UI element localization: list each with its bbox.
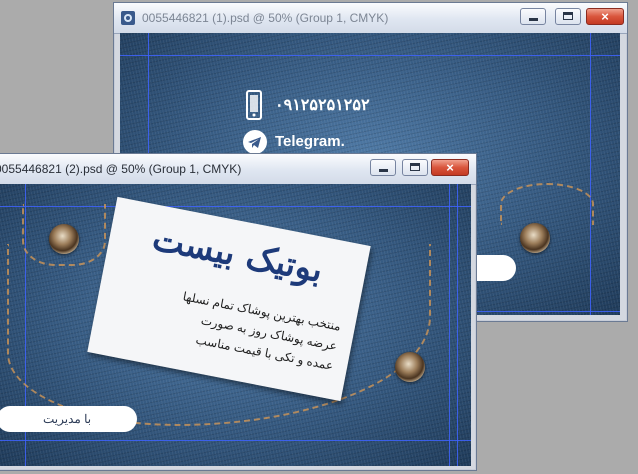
maximize-button[interactable]: [402, 159, 428, 176]
title-bar[interactable]: 0055446821 (2).psd @ 50% (Group 1, CMYK)…: [0, 154, 476, 185]
document-window-front[interactable]: 0055446821 (2).psd @ 50% (Group 1, CMYK)…: [0, 153, 477, 471]
close-button[interactable]: ×: [431, 159, 469, 176]
guide-line: [0, 440, 471, 441]
minimize-icon: [379, 169, 388, 172]
close-icon: ×: [601, 9, 609, 24]
title-bar[interactable]: 0055446821 (1).psd @ 50% (Group 1, CMYK)…: [114, 3, 627, 34]
jeans-rivet: [49, 224, 79, 254]
jeans-rivet: [395, 352, 425, 382]
jeans-rivet: [520, 223, 550, 253]
card-title: بوتیک بیست: [149, 218, 327, 291]
guide-line: [457, 184, 458, 466]
maximize-icon: [563, 12, 573, 20]
phone-number: ۰۹۱۲۵۲۵۱۲۵۲: [275, 97, 370, 114]
minimize-icon: [529, 18, 538, 21]
close-icon: ×: [446, 160, 454, 175]
badge-pill: با مدیریت: [0, 406, 137, 432]
telegram-icon: [243, 130, 267, 154]
minimize-button[interactable]: [520, 8, 546, 25]
close-button[interactable]: ×: [586, 8, 624, 25]
phone-icon: [246, 90, 262, 120]
maximize-button[interactable]: [555, 8, 581, 25]
maximize-icon: [410, 163, 420, 171]
minimize-button[interactable]: [370, 159, 396, 176]
window-title: 0055446821 (2).psd @ 50% (Group 1, CMYK): [0, 162, 242, 176]
badge-text: با مدیریت: [43, 412, 92, 426]
guide-line: [449, 184, 450, 466]
document-canvas[interactable]: بوتیک بیست منتخب بهترین پوشاک تمام نسلها…: [0, 184, 471, 466]
photoshop-document-icon: [121, 11, 135, 25]
pocket-stitching: [500, 183, 594, 225]
window-title: 0055446821 (1).psd @ 50% (Group 1, CMYK): [142, 11, 389, 25]
telegram-label: Telegram.: [275, 133, 345, 150]
guide-line: [120, 55, 620, 56]
guide-line: [590, 33, 591, 315]
